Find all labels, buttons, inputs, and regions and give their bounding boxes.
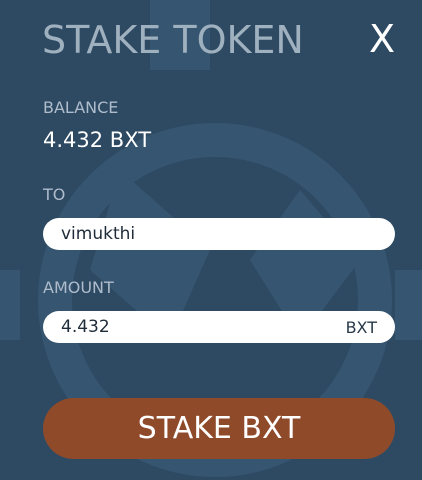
amount-unit: BXT: [345, 317, 377, 337]
stake-button[interactable]: STAKE BXT: [43, 398, 395, 459]
dialog-title: STAKE TOKEN: [42, 18, 304, 62]
to-input[interactable]: [61, 224, 377, 244]
balance-label: BALANCE: [43, 98, 119, 117]
amount-label: AMOUNT: [43, 278, 114, 297]
to-field: [43, 218, 395, 250]
close-button[interactable]: X: [366, 17, 398, 61]
amount-field: BXT: [43, 311, 395, 343]
to-label: TO: [43, 185, 66, 204]
balance-value: 4.432 BXT: [43, 128, 152, 152]
amount-input[interactable]: [61, 317, 338, 337]
stake-token-dialog: STAKE TOKEN X BALANCE 4.432 BXT TO AMOUN…: [0, 0, 422, 480]
